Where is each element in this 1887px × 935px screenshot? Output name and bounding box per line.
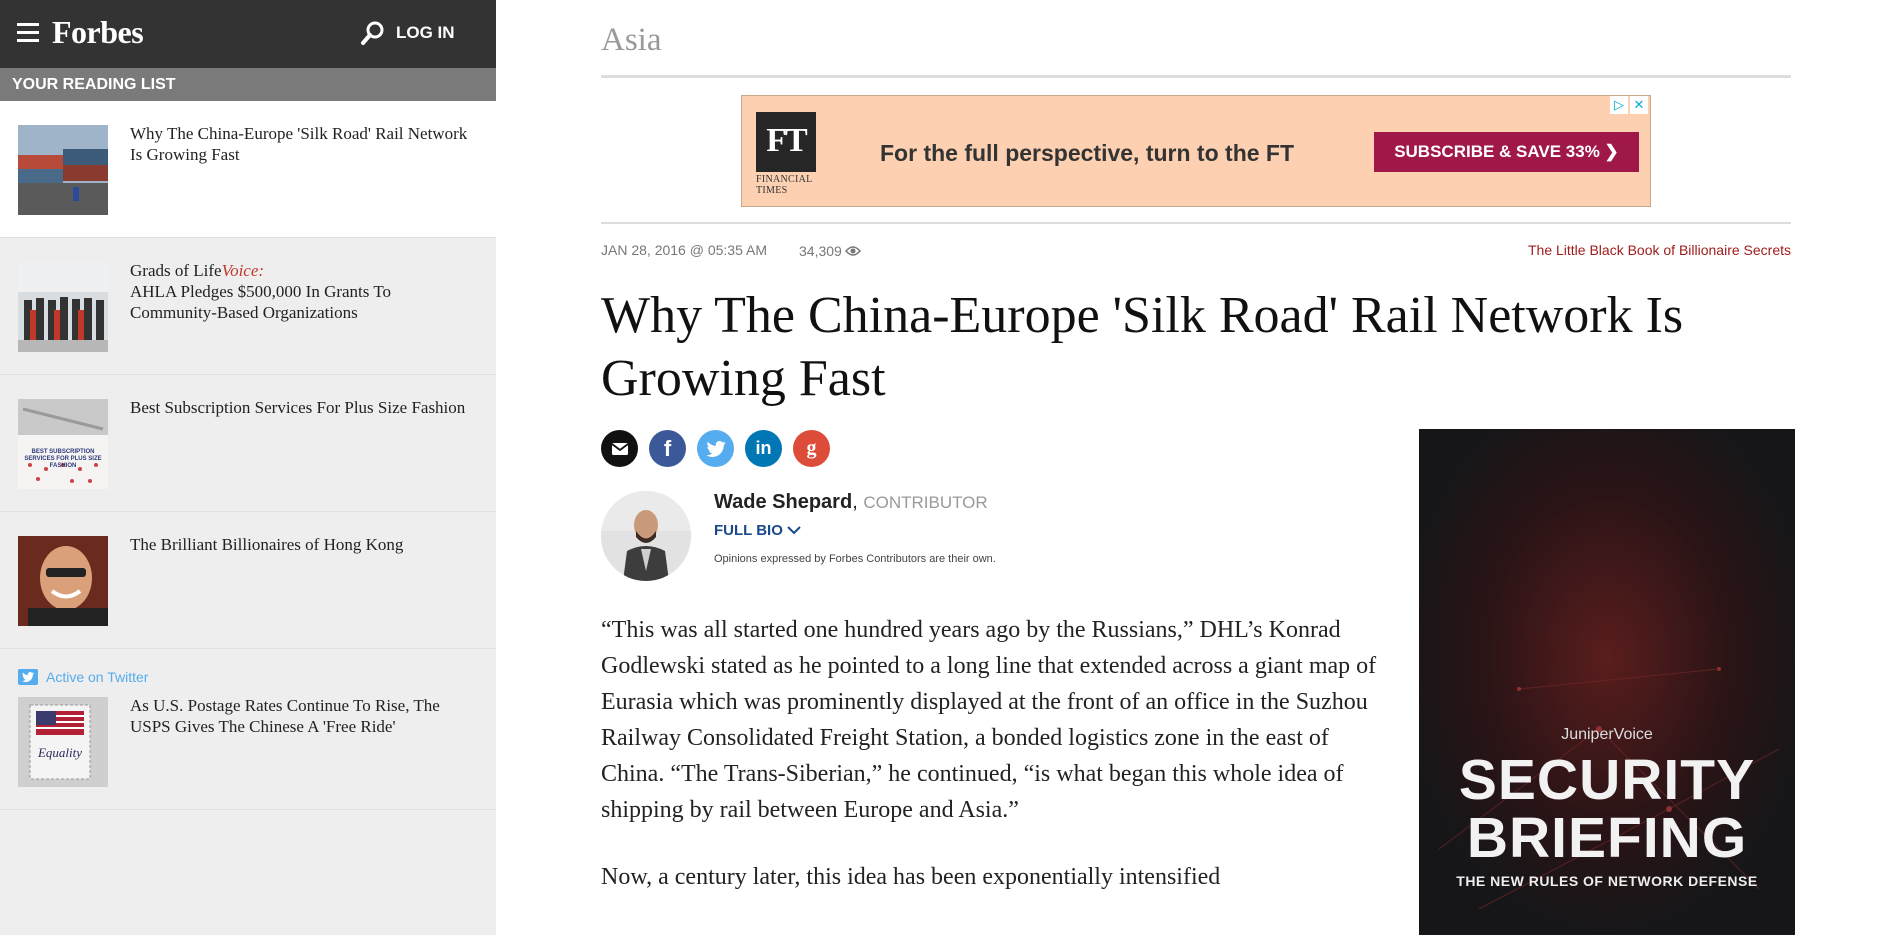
- adchoices-icon[interactable]: ▷: [1610, 96, 1628, 114]
- author-block: Wade Shepard, CONTRIBUTOR FULL BIO Opini…: [601, 491, 1301, 581]
- reading-list-item[interactable]: The Brilliant Billionaires of Hong Kong: [0, 512, 496, 649]
- author-role: CONTRIBUTOR: [863, 493, 988, 512]
- ad-headline-line-2: BRIEFING: [1466, 806, 1748, 870]
- reading-list-header: YOUR READING LIST: [0, 68, 496, 101]
- subscribe-button[interactable]: SUBSCRIBE & SAVE 33% ❯: [1374, 132, 1639, 172]
- view-count: 34,309: [799, 243, 861, 259]
- reading-list-item[interactable]: Grads of LifeVoice: AHLA Pledges $500,00…: [0, 238, 496, 375]
- chevron-down-icon: [787, 526, 801, 535]
- reading-list-item-title: Grads of LifeVoice: AHLA Pledges $500,00…: [130, 260, 480, 323]
- view-count-value: 34,309: [799, 243, 842, 259]
- article-paragraph: “This was all started one hundred years …: [601, 617, 1377, 823]
- linkedin-icon: in: [755, 438, 772, 458]
- ad-choices: ▷ ✕: [1610, 96, 1648, 114]
- contributor-disclaimer: Opinions expressed by Forbes Contributor…: [714, 553, 996, 565]
- email-share-button[interactable]: [601, 430, 638, 467]
- top-bar: Forbes LOG IN: [0, 0, 496, 68]
- reading-list-item-title: Best Subscription Services For Plus Size…: [130, 398, 466, 417]
- ad-brand: JuniperVoice: [1561, 726, 1653, 743]
- avatar[interactable]: [601, 491, 691, 581]
- ft-banner-ad[interactable]: FT FINANCIAL TIMES For the full perspect…: [741, 95, 1651, 207]
- security-briefing-ad[interactable]: JuniperVoice SECURITY BRIEFING THE NEW R…: [1419, 429, 1795, 935]
- section-divider: [601, 75, 1791, 78]
- facebook-share-button[interactable]: f: [649, 430, 686, 467]
- ad-headline-line-1: SECURITY: [1458, 748, 1756, 812]
- ad-subline: THE NEW RULES OF NETWORK DEFENSE: [1456, 873, 1758, 889]
- author-comma: ,: [852, 491, 864, 513]
- eye-icon: [844, 246, 861, 256]
- article-body: “This was all started one hundred years …: [601, 612, 1381, 926]
- promo-link[interactable]: The Little Black Book of Billionaire Sec…: [1528, 242, 1791, 258]
- ad-headline: SECURITY BRIEFING: [1419, 751, 1795, 867]
- twitter-bird-icon: [18, 669, 38, 685]
- train-containers-thumbnail: [18, 125, 108, 215]
- google-plus-share-button[interactable]: g: [793, 430, 830, 467]
- portrait-thumbnail: [18, 536, 108, 626]
- fashion-thumbnail-caption: BEST SUBSCRIPTION SERVICES FOR PLUS SIZE…: [24, 449, 102, 469]
- full-bio-link[interactable]: FULL BIO: [714, 522, 801, 539]
- login-label: LOG IN: [396, 23, 455, 42]
- author-name[interactable]: Wade Shepard, CONTRIBUTOR: [714, 491, 988, 514]
- share-buttons: f in g: [601, 430, 830, 467]
- reading-list-item-title: Why The China-Europe 'Silk Road' Rail Ne…: [130, 124, 468, 164]
- stamp-thumbnail: Equality: [18, 697, 108, 787]
- reading-list-item-title-text: AHLA Pledges $500,000 In Grants To Commu…: [130, 282, 392, 322]
- reading-list-item[interactable]: BEST SUBSCRIPTION SERVICES FOR PLUS SIZE…: [0, 375, 496, 512]
- group-photo-thumbnail: [18, 262, 108, 352]
- search-icon: [361, 21, 384, 45]
- forbes-logo[interactable]: Forbes: [52, 14, 144, 51]
- email-icon: [610, 442, 629, 455]
- reading-list-item[interactable]: Active on Twitter Equality As U.S. Posta…: [0, 649, 496, 810]
- reading-list-sidebar: Forbes LOG IN YOUR READING LIST Why The …: [0, 0, 496, 935]
- facebook-icon: f: [663, 435, 672, 461]
- fashion-thumbnail: BEST SUBSCRIPTION SERVICES FOR PLUS SIZE…: [18, 399, 108, 489]
- twitter-icon: [705, 440, 726, 457]
- twitter-share-button[interactable]: [697, 430, 734, 467]
- ft-logo: FT: [756, 112, 816, 172]
- author-name-text: Wade Shepard: [714, 491, 853, 513]
- publish-date: JAN 28, 2016 @ 05:35 AM: [601, 242, 767, 258]
- ft-logo-subtitle: FINANCIAL TIMES: [756, 174, 813, 196]
- ad-text: For the full perspective, turn to the FT: [880, 140, 1295, 166]
- voice-prefix: Grads of Life: [130, 261, 222, 280]
- reading-list-item-title: As U.S. Postage Rates Continue To Rise, …: [130, 696, 440, 736]
- reading-list-item-title: The Brilliant Billionaires of Hong Kong: [130, 535, 404, 554]
- section-title[interactable]: Asia: [601, 22, 662, 59]
- reading-list-item[interactable]: Why The China-Europe 'Silk Road' Rail Ne…: [0, 101, 496, 238]
- linkedin-share-button[interactable]: in: [745, 430, 782, 467]
- close-icon[interactable]: ✕: [1630, 96, 1648, 114]
- voice-label: Voice:: [221, 261, 265, 280]
- login-button[interactable]: LOG IN: [360, 20, 455, 46]
- google-plus-icon: g: [806, 437, 817, 459]
- stamp-caption: Equality: [37, 745, 83, 760]
- hamburger-menu-icon[interactable]: [17, 23, 39, 43]
- ad-divider: [601, 222, 1791, 224]
- article-paragraph: Now, a century later, this idea has been…: [601, 864, 1221, 890]
- full-bio-label: FULL BIO: [714, 522, 783, 539]
- twitter-badge: Active on Twitter: [18, 669, 148, 685]
- article-headline: Why The China-Europe 'Silk Road' Rail Ne…: [601, 287, 1684, 407]
- twitter-badge-label: Active on Twitter: [46, 669, 149, 685]
